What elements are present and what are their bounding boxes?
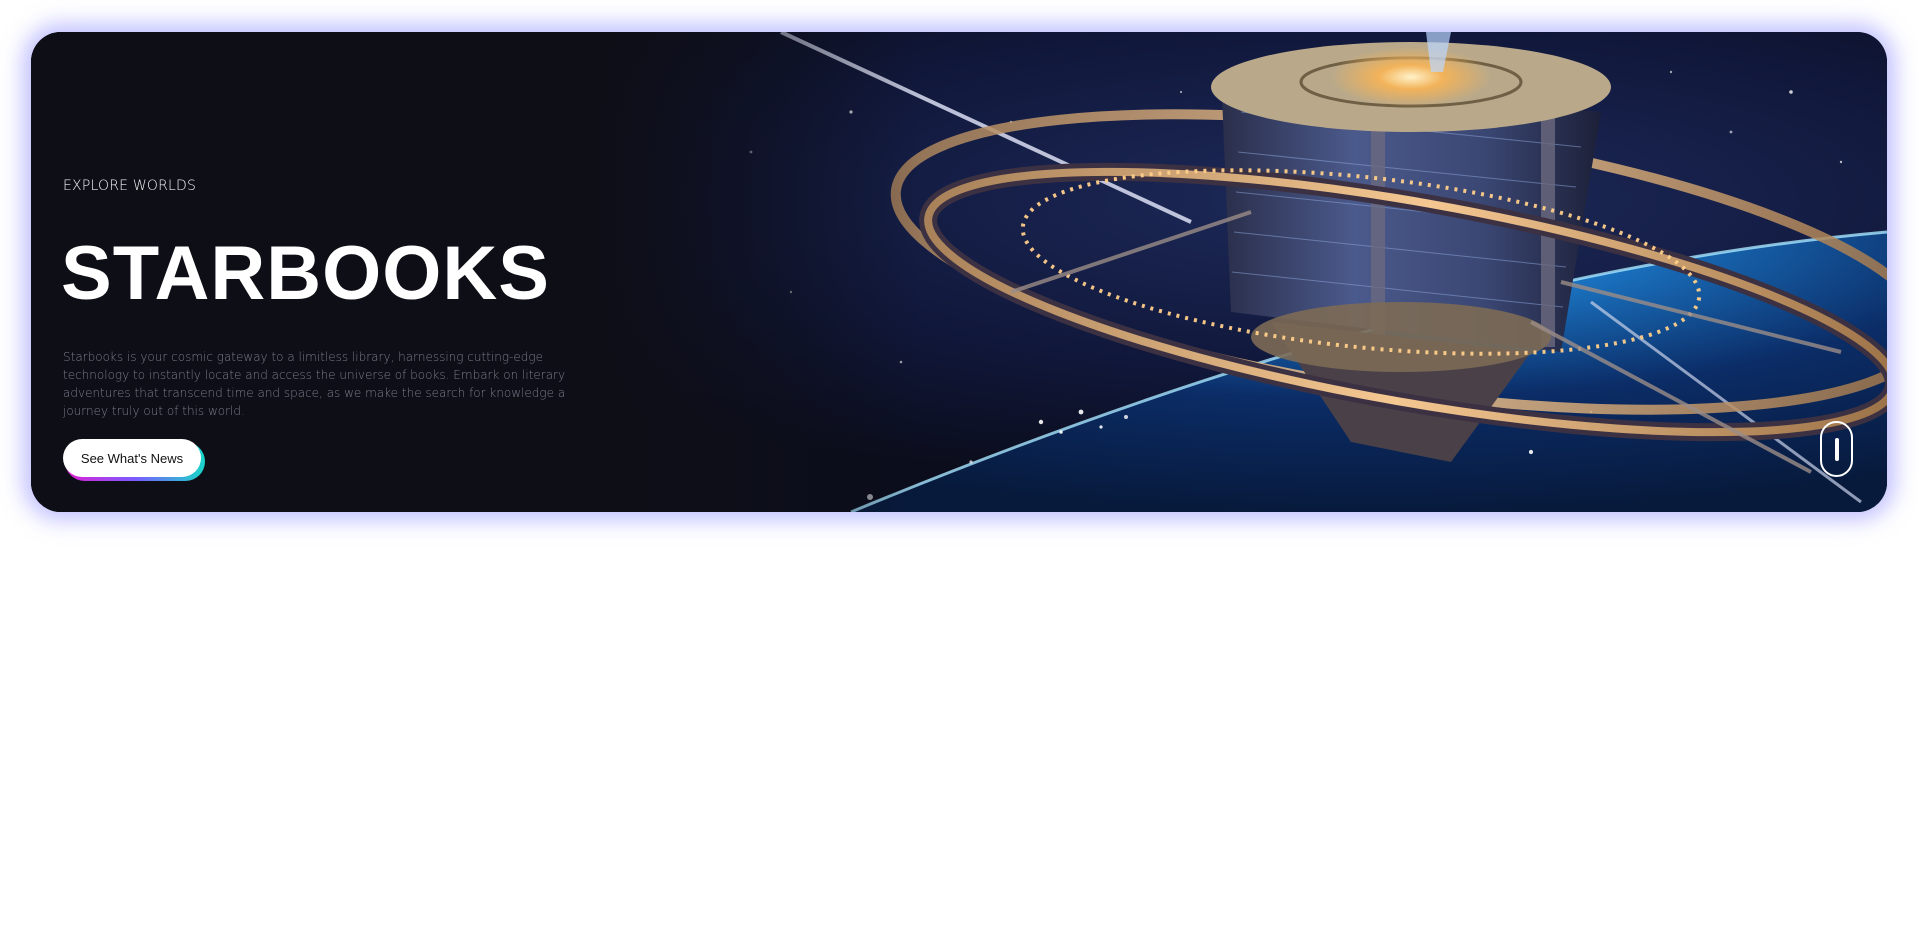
mouse-scroll-icon[interactable] <box>1820 421 1853 477</box>
hero-eyebrow: EXPLORE WORLDS <box>63 178 197 194</box>
scroll-wheel-indicator <box>1835 438 1839 461</box>
hero-description: Starbooks is your cosmic gateway to a li… <box>63 350 566 418</box>
hero-banner: EXPLORE WORLDS STARBOOKS Starbooks is yo… <box>31 32 1887 512</box>
see-whats-news-button[interactable]: See What's News <box>63 439 201 477</box>
hero-title: STARBOOKS <box>61 231 550 316</box>
cta-container: See What's News <box>63 439 205 481</box>
